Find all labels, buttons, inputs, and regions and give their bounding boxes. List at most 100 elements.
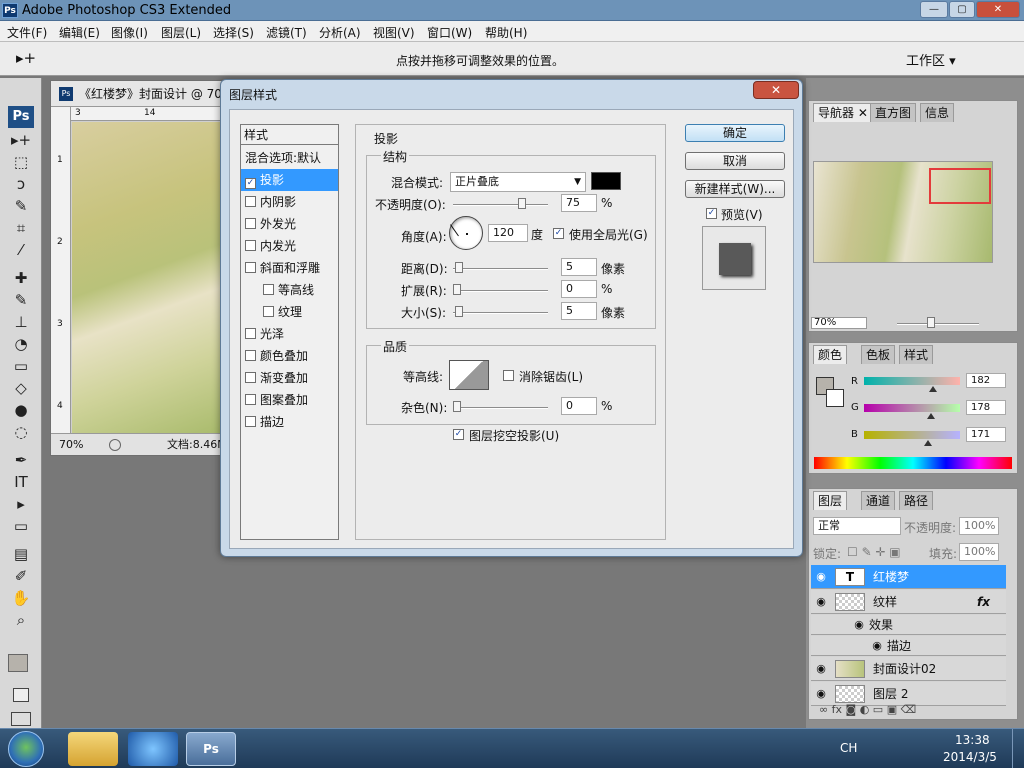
channel-g-slider[interactable] [864,404,960,412]
style-item-3[interactable]: 外发光 [241,213,338,235]
shadow-color-swatch[interactable] [591,172,621,190]
menu-file[interactable]: 文件(F) [7,24,47,41]
fx-icon[interactable]: fx [977,590,990,614]
brush-tool-icon[interactable]: ✎ [10,290,32,310]
quick-mask-icon[interactable] [13,688,29,702]
spread-slider-thumb[interactable] [453,284,461,295]
tab-histogram[interactable]: 直方图 [870,103,917,122]
cancel-button[interactable]: 取消 [685,152,785,170]
style-checkbox[interactable] [245,328,256,339]
tab-swatches[interactable]: 色板 [861,345,896,364]
style-checkbox[interactable]: ✓ [245,178,256,189]
antialias-checkbox[interactable] [503,370,514,381]
eyedropper-tool-icon[interactable]: ✐ [10,566,32,586]
eye-icon[interactable]: ◉ [869,638,885,654]
opacity-field[interactable]: 75 [561,194,597,212]
background-color-swatch[interactable] [826,389,844,407]
distance-slider[interactable] [453,268,548,270]
dodge-tool-icon[interactable]: ◌ [10,422,32,442]
style-checkbox[interactable] [245,240,256,251]
style-checkbox[interactable] [245,262,256,273]
notes-tool-icon[interactable]: ▤ [10,544,32,564]
layer-row[interactable]: ◉ 封面设计02 [811,657,1006,681]
spread-field[interactable]: 0 [561,280,597,298]
angle-field[interactable]: 120 [488,224,528,242]
channel-slider-thumb[interactable] [927,413,935,419]
status-menu-icon[interactable] [109,439,121,451]
distance-slider-thumb[interactable] [454,262,463,273]
opacity-slider[interactable] [453,204,548,206]
tab-navigator[interactable]: 导航器 ✕ [813,103,873,122]
photoshop-taskbar-icon[interactable]: Ps [186,732,236,766]
style-item-9[interactable]: 颜色叠加 [241,345,338,367]
navigator-view-box[interactable] [929,168,991,204]
layer-row[interactable]: ◉ T 红楼梦 [811,565,1006,589]
style-item-12[interactable]: 描边 [241,411,338,433]
eye-icon[interactable]: ◉ [813,569,829,585]
zoom-level[interactable]: 70% [59,434,83,456]
menu-select[interactable]: 选择(S) [213,24,254,41]
move-tool-icon[interactable]: ▸+ [10,130,32,150]
clock-time[interactable]: 13:38 [955,733,990,747]
eye-icon[interactable]: ◉ [813,661,829,677]
marquee-tool-icon[interactable]: ⬚ [10,152,32,172]
menu-view[interactable]: 视图(V) [373,24,415,41]
navigator-zoom-thumb[interactable] [927,317,935,328]
menu-edit[interactable]: 编辑(E) [59,24,100,41]
layer-row[interactable]: ◉ 描边 [811,636,1006,656]
global-light-checkbox[interactable]: ✓ [553,228,564,239]
type-tool-icon[interactable]: IT [10,472,32,492]
contour-picker[interactable] [449,360,489,390]
noise-slider-thumb[interactable] [453,401,461,412]
pen-tool-icon[interactable]: ✒ [10,450,32,470]
tab-color[interactable]: 颜色 [813,345,848,364]
size-slider-thumb[interactable] [454,306,463,317]
layer-opacity-field[interactable]: 100% [959,517,999,535]
move-tool-icon[interactable]: ▸+ [16,49,36,67]
lock-icons[interactable]: ☐ ✎ ✛ ▣ [847,545,901,559]
menu-analysis[interactable]: 分析(A) [319,24,361,41]
file-explorer-icon[interactable] [68,732,118,766]
hand-tool-icon[interactable]: ✋ [10,588,32,608]
navigator-zoom-slider[interactable] [897,323,979,325]
gradient-tool-icon[interactable]: ◇ [10,378,32,398]
style-item-1[interactable]: ✓ 投影 [241,169,338,191]
shape-tool-icon[interactable]: ▭ [10,516,32,536]
clock-date[interactable]: 2014/3/5 [943,750,997,764]
knockout-checkbox[interactable]: ✓ [453,429,464,440]
style-item-11[interactable]: 图案叠加 [241,389,338,411]
tab-layers[interactable]: 图层 [813,491,848,510]
style-item-0[interactable]: 混合选项:默认 [241,147,338,169]
layers-footer-icons[interactable]: ∞ fx ◙ ◐ ▭ ▣ ⌫ [819,703,916,716]
style-item-7[interactable]: 纹理 [241,301,338,323]
dialog-close-button[interactable]: ✕ [753,81,799,99]
menu-help[interactable]: 帮助(H) [485,24,527,41]
start-button[interactable] [8,731,44,767]
style-checkbox[interactable] [263,306,274,317]
eye-icon[interactable]: ◉ [851,617,867,633]
style-checkbox[interactable] [245,196,256,207]
menu-image[interactable]: 图像(I) [111,24,148,41]
style-item-4[interactable]: 内发光 [241,235,338,257]
maximize-button[interactable]: ▢ [949,1,975,18]
layer-row[interactable]: ◉ 纹样 fx [811,590,1006,614]
menu-window[interactable]: 窗口(W) [427,24,472,41]
style-item-2[interactable]: 内阴影 [241,191,338,213]
tab-info[interactable]: 信息 [920,103,955,122]
style-checkbox[interactable] [245,372,256,383]
spread-slider[interactable] [453,290,548,292]
style-checkbox[interactable] [245,416,256,427]
slice-tool-icon[interactable]: ⁄ [10,240,32,260]
crop-tool-icon[interactable]: ⌗ [10,218,32,238]
close-window-button[interactable]: ✕ [976,1,1020,18]
noise-field[interactable]: 0 [561,397,597,415]
blur-tool-icon[interactable]: ● [10,400,32,420]
close-icon[interactable]: ✕ [858,106,868,120]
magic-wand-tool-icon[interactable]: ✎ [10,196,32,216]
distance-field[interactable]: 5 [561,258,597,276]
channel-b-slider[interactable] [864,431,960,439]
channel-r-value[interactable]: 182 [966,373,1006,388]
channel-g-value[interactable]: 178 [966,400,1006,415]
color-ramp[interactable] [814,457,1012,469]
input-language[interactable]: CH [840,741,857,755]
